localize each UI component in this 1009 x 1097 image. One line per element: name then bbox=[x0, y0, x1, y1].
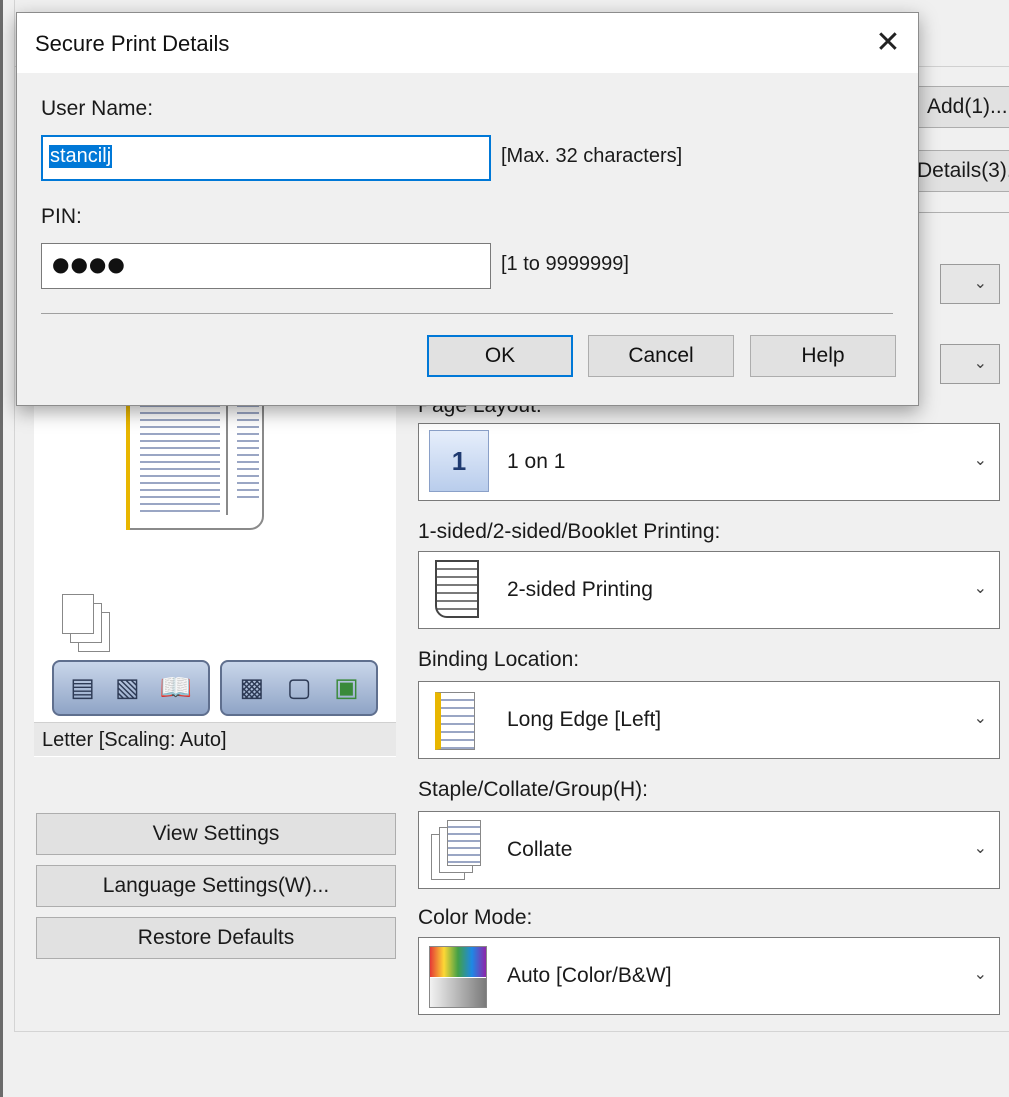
booklet-icon[interactable]: 📖 bbox=[160, 673, 192, 703]
binding-left-icon bbox=[435, 692, 475, 750]
page-layout-icon: 1 bbox=[429, 430, 489, 492]
hidden-combo-1[interactable]: ⌄ bbox=[940, 264, 1000, 304]
binding-edge-mark bbox=[126, 390, 130, 530]
chevron-down-icon: ⌄ bbox=[973, 578, 987, 597]
page-fold-line bbox=[226, 390, 228, 515]
page-layout-value: 1 on 1 bbox=[507, 450, 566, 473]
bw-icon[interactable]: ▢ bbox=[287, 673, 312, 703]
color-mode-value: Auto [Color/B&W] bbox=[507, 964, 672, 987]
cancel-button[interactable]: Cancel bbox=[588, 335, 734, 377]
chevron-down-icon: ⌄ bbox=[973, 273, 987, 292]
ok-button[interactable]: OK bbox=[427, 335, 573, 377]
page-preview-lines bbox=[140, 400, 220, 515]
close-icon[interactable]: ✕ bbox=[858, 13, 918, 71]
chevron-down-icon: ⌄ bbox=[973, 353, 987, 372]
color-icon[interactable]: ▣ bbox=[334, 673, 359, 703]
two-sided-icon[interactable]: ▧ bbox=[115, 673, 140, 703]
binding-location-label: Binding Location: bbox=[418, 648, 580, 671]
secure-print-dialog: Secure Print Details ✕ User Name: stanci… bbox=[16, 12, 919, 406]
add-button[interactable]: Add(1)... bbox=[918, 86, 1009, 128]
pin-hint: [1 to 9999999] bbox=[501, 253, 629, 275]
printing-mode-label: 1-sided/2-sided/Booklet Printing: bbox=[418, 520, 721, 543]
color-mode-iconbar[interactable]: ▩ ▢ ▣ bbox=[220, 660, 378, 716]
page-preview-lines bbox=[237, 400, 259, 500]
dialog-titlebar: Secure Print Details ✕ bbox=[17, 13, 918, 73]
pin-label: PIN: bbox=[41, 205, 82, 228]
color-mode-select[interactable]: Auto [Color/B&W] ⌄ bbox=[418, 937, 1000, 1015]
one-sided-icon[interactable]: ▤ bbox=[70, 673, 95, 703]
details-button[interactable]: Details(3)... bbox=[910, 150, 1009, 192]
page-layout-select[interactable]: 1 1 on 1 ⌄ bbox=[418, 423, 1000, 501]
paper-size-status: Letter [Scaling: Auto] bbox=[34, 722, 396, 756]
printing-mode-value: 2-sided Printing bbox=[507, 578, 653, 601]
user-name-label: User Name: bbox=[41, 97, 154, 120]
hidden-combo-2[interactable]: ⌄ bbox=[940, 344, 1000, 384]
chevron-down-icon: ⌄ bbox=[973, 708, 987, 727]
language-settings-button[interactable]: Language Settings(W)... bbox=[36, 865, 396, 907]
layout-mode-iconbar[interactable]: ▤ ▧ 📖 bbox=[52, 660, 210, 716]
dialog-title: Secure Print Details bbox=[35, 31, 230, 56]
chevron-down-icon: ⌄ bbox=[973, 838, 987, 857]
printing-mode-select[interactable]: 2-sided Printing ⌄ bbox=[418, 551, 1000, 629]
auto-color-icon[interactable]: ▩ bbox=[239, 673, 264, 703]
staple-collate-select[interactable]: Collate ⌄ bbox=[418, 811, 1000, 889]
page-layout-icon-text: 1 bbox=[451, 445, 467, 476]
user-name-input[interactable]: stancilj bbox=[41, 135, 491, 181]
restore-defaults-button[interactable]: Restore Defaults bbox=[36, 917, 396, 959]
staple-collate-value: Collate bbox=[507, 838, 573, 861]
chevron-down-icon: ⌄ bbox=[973, 450, 987, 469]
collate-icon bbox=[431, 820, 489, 882]
user-name-value: stancilj bbox=[49, 145, 113, 168]
chevron-down-icon: ⌄ bbox=[973, 964, 987, 983]
view-settings-button[interactable]: View Settings bbox=[36, 813, 396, 855]
help-button[interactable]: Help bbox=[750, 335, 896, 377]
pin-input[interactable]: ●●●● bbox=[41, 243, 491, 289]
pin-value: ●●●● bbox=[52, 252, 126, 276]
auto-color-bw-icon bbox=[429, 946, 487, 1008]
user-name-hint: [Max. 32 characters] bbox=[501, 145, 683, 167]
binding-location-value: Long Edge [Left] bbox=[507, 708, 662, 731]
window-edge bbox=[0, 0, 3, 1097]
two-sided-printing-icon bbox=[435, 560, 479, 618]
group-separator bbox=[918, 212, 1009, 213]
staple-label: Staple/Collate/Group(H): bbox=[418, 778, 648, 801]
dialog-separator bbox=[41, 313, 893, 314]
binding-location-select[interactable]: Long Edge [Left] ⌄ bbox=[418, 681, 1000, 759]
color-mode-label: Color Mode: bbox=[418, 906, 533, 929]
